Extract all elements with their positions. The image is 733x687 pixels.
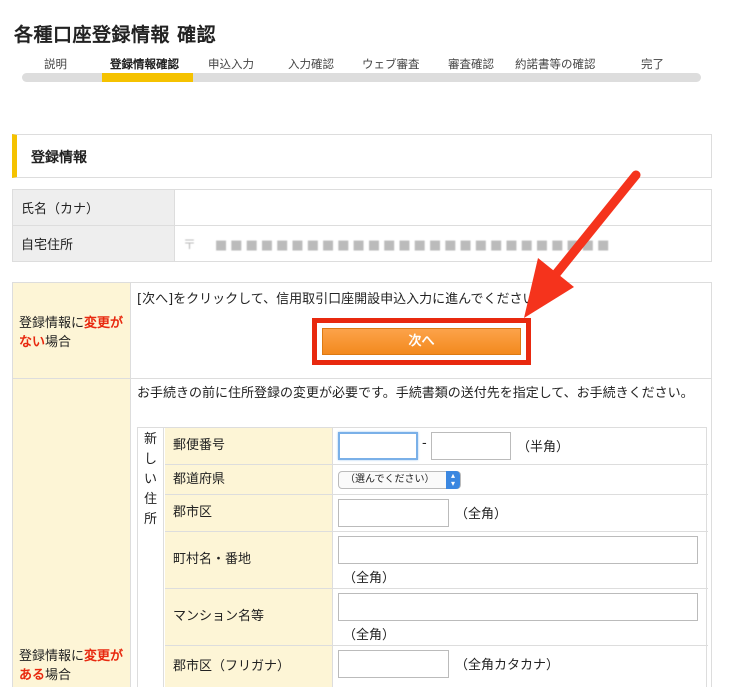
new-address-form: 新しい住所 郵便番号 - （半角） 都道府県 （選んでください） ▴ ▾ 郡市区… (137, 427, 708, 687)
name-kana-label: 氏名（カナ） (12, 189, 175, 226)
registration-info-table: 氏名（カナ） 自宅住所 〒 ■■■■■■■■■■■■■■■■■■■■■■■■■■ (12, 189, 712, 262)
table-row: 氏名（カナ） (12, 189, 712, 226)
with-change-label: 登録情報に変更がある場合 (19, 647, 130, 685)
step-agreement-confirm: 約諾書等の確認 (515, 57, 596, 71)
building-row: マンション名等 （全角） (165, 589, 708, 646)
prefecture-select-value: （選んでください） (345, 474, 435, 485)
town-input[interactable] (338, 536, 698, 564)
no-change-label-prefix: 登録情報に (19, 316, 85, 331)
city-kana-input[interactable] (338, 650, 449, 678)
step-progress-bar: 説明 登録情報確認 申込入力 入力確認 ウェブ審査 審査確認 約諾書等の確認 完… (22, 56, 701, 82)
postal-code-input-1[interactable] (338, 432, 418, 460)
step-confirm-registration: 登録情報確認 (110, 57, 179, 71)
step-review-confirm: 審査確認 (448, 57, 494, 71)
with-change-label-cell: 登録情報に変更がある場合 (13, 379, 131, 687)
with-change-label-prefix: 登録情報に (19, 649, 85, 664)
town-note: （全角） (343, 571, 396, 586)
building-note: （全角） (343, 628, 396, 643)
no-change-label-suffix: 場合 (45, 335, 72, 350)
home-address-label: 自宅住所 (12, 225, 175, 262)
with-change-description: お手続きの前に住所登録の変更が必要です。手続書類の送付先を指定して、お手続きくだ… (137, 386, 694, 401)
city-label: 郡市区 (165, 495, 333, 531)
building-input[interactable] (338, 593, 698, 621)
city-kana-row: 郡市区（フリガナ） （全角カタカナ） (165, 646, 708, 687)
building-label: マンション名等 (165, 589, 333, 645)
step-application-input: 申込入力 (208, 57, 254, 71)
prefecture-select[interactable]: （選んでください） ▴ ▾ (338, 471, 461, 489)
home-address-text: 〒 ■■■■■■■■■■■■■■■■■■■■■■■■■■ (183, 238, 613, 253)
page-title: 各種口座登録情報 確認 (14, 24, 217, 46)
step-explanation: 説明 (44, 57, 67, 71)
new-address-side-label: 新しい住所 (138, 428, 164, 687)
change-options-table: 登録情報に変更がない場合 [次へ]をクリックして、信用取引口座開設申込入力に進ん… (12, 282, 712, 687)
name-kana-value (174, 189, 712, 226)
no-change-label: 登録情報に変更がない場合 (19, 314, 130, 352)
no-change-label-cell: 登録情報に変更がない場合 (13, 283, 131, 378)
postal-code-note: （半角） (517, 440, 570, 455)
town-label: 町村名・番地 (165, 532, 333, 588)
postal-code-label: 郵便番号 (165, 428, 333, 464)
city-kana-label: 郡市区（フリガナ） (165, 646, 333, 687)
home-address-value: 〒 ■■■■■■■■■■■■■■■■■■■■■■■■■■ (174, 225, 712, 262)
no-change-row: 登録情報に変更がない場合 [次へ]をクリックして、信用取引口座開設申込入力に進ん… (13, 283, 711, 379)
city-row: 郡市区 （全角） (165, 495, 708, 532)
postal-code-input-2[interactable] (431, 432, 511, 460)
table-row: 自宅住所 〒 ■■■■■■■■■■■■■■■■■■■■■■■■■■ (12, 225, 712, 262)
city-note: （全角） (455, 507, 508, 522)
with-change-label-suffix: 場合 (45, 668, 72, 683)
step-web-review: ウェブ審査 (362, 57, 420, 71)
step-complete: 完了 (641, 57, 664, 71)
no-change-description: [次へ]をクリックして、信用取引口座開設申込入力に進んでください。 (137, 292, 549, 307)
town-row: 町村名・番地 （全角） (165, 532, 708, 589)
next-button[interactable]: 次へ (322, 328, 521, 355)
step-input-confirm: 入力確認 (288, 57, 334, 71)
city-input[interactable] (338, 499, 449, 527)
section-heading-text: 登録情報 (31, 150, 87, 166)
postal-code-separator: - (422, 436, 427, 451)
next-button-highlight: 次へ (312, 318, 531, 365)
prefecture-row: 都道府県 （選んでください） ▴ ▾ (165, 465, 708, 495)
city-kana-note: （全角カタカナ） (455, 658, 560, 673)
with-change-row: 登録情報に変更がある場合 お手続きの前に住所登録の変更が必要です。手続書類の送付… (13, 379, 711, 687)
step-active-indicator (102, 73, 193, 82)
prefecture-label: 都道府県 (165, 465, 333, 494)
postal-code-row: 郵便番号 - （半角） (165, 428, 708, 465)
new-address-side-text: 新しい住所 (143, 432, 157, 527)
select-arrows-icon: ▴ ▾ (446, 471, 460, 489)
section-heading: 登録情報 (12, 134, 712, 178)
